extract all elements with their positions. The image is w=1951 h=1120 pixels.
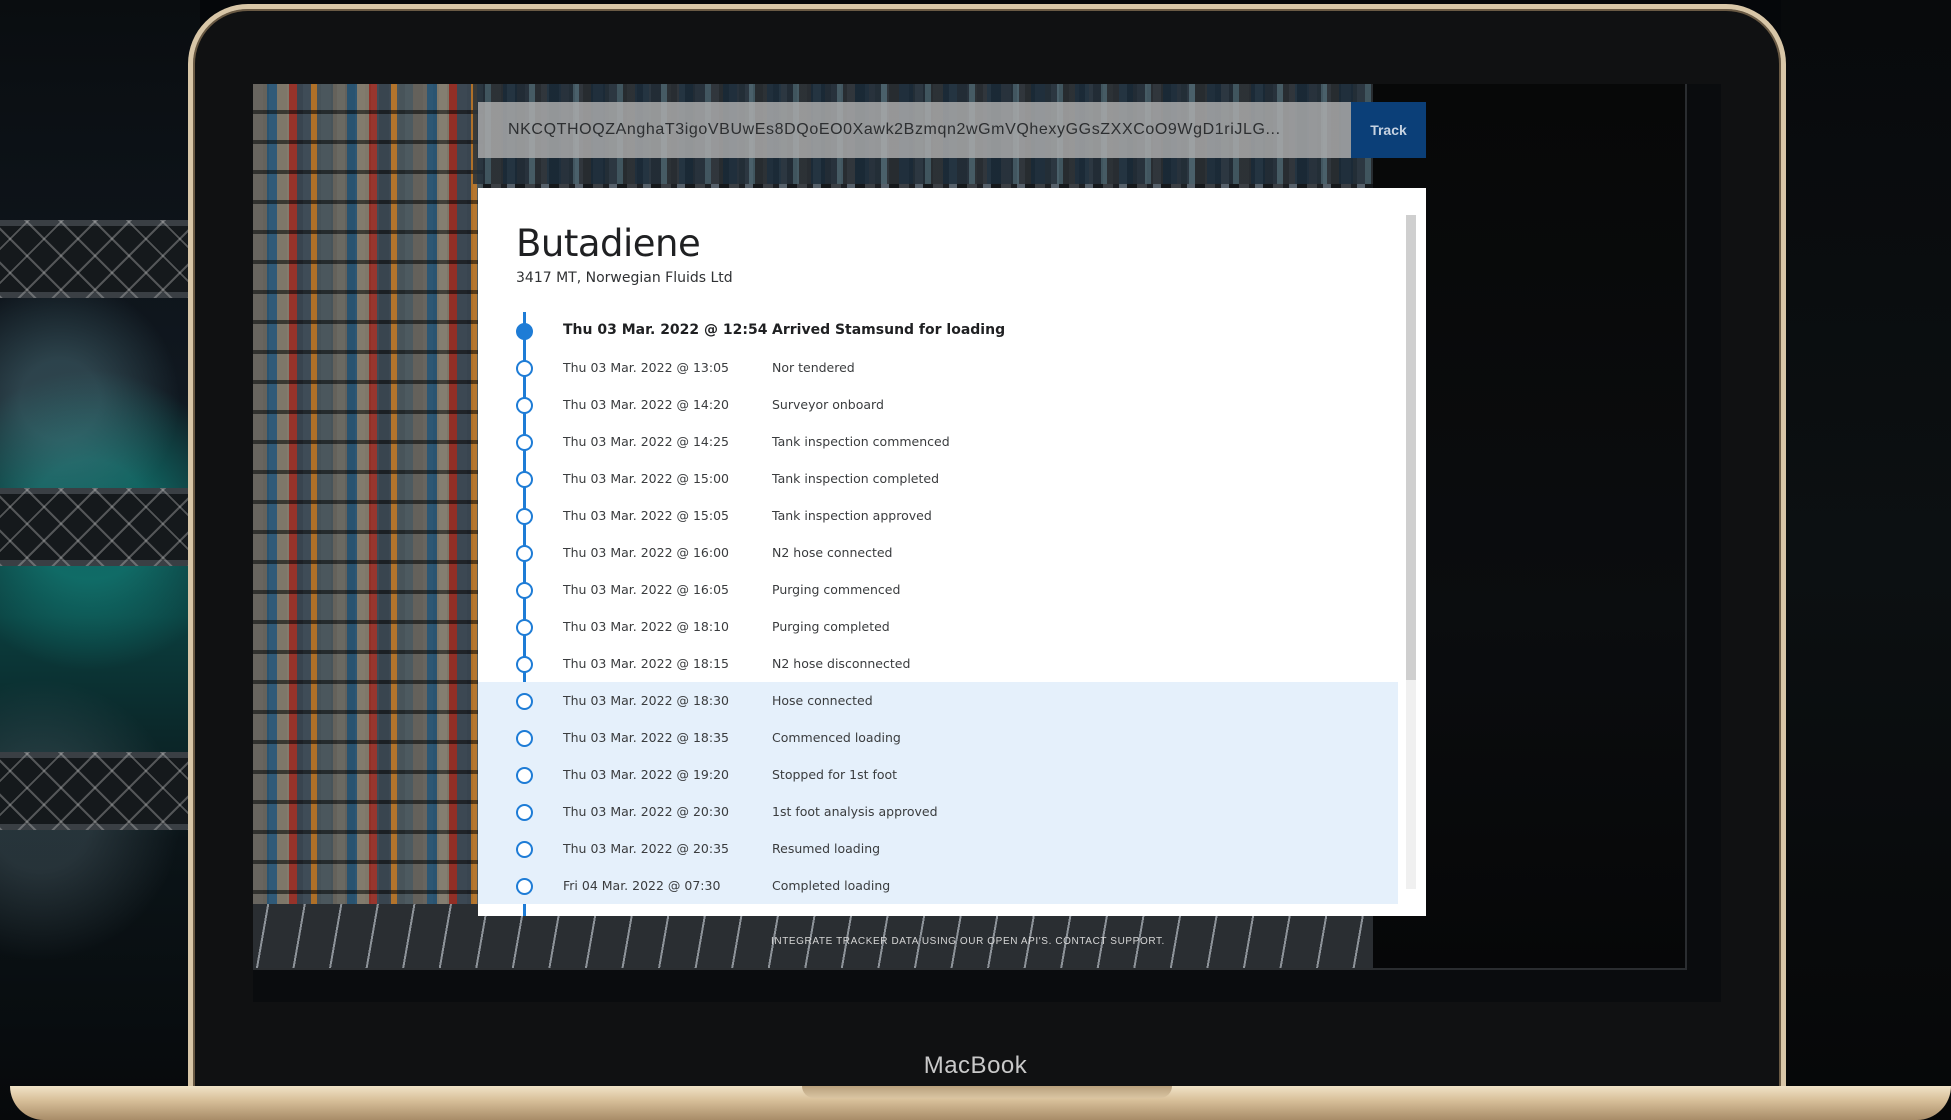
event-time: Thu 03 Mar. 2022 @ 16:00	[563, 545, 729, 560]
container-stacks	[253, 84, 483, 904]
event-description: Purging commenced	[772, 582, 901, 597]
event-time: Thu 03 Mar. 2022 @ 18:15	[563, 656, 729, 671]
timeline-event[interactable]: Thu 03 Mar. 2022 @ 16:00 N2 hose connect…	[478, 534, 1398, 571]
timeline-dot-icon	[516, 323, 533, 340]
timeline-event-highlighted[interactable]: Thu 03 Mar. 2022 @ 18:30 Hose connected	[478, 682, 1398, 719]
event-description: Hose connected	[772, 693, 873, 708]
tracking-id-input[interactable]: NKCQTHOQZAnghaT3igoVBUwEs8DQoEO0Xawk2Bzm…	[478, 102, 1351, 158]
harbor-background-right	[1781, 0, 1951, 1120]
tracking-search-bar: NKCQTHOQZAnghaT3igoVBUwEs8DQoEO0Xawk2Bzm…	[478, 102, 1426, 158]
timeline-dot-icon	[516, 841, 533, 858]
timeline-dot-icon	[516, 582, 533, 599]
event-time: Thu 03 Mar. 2022 @ 18:10	[563, 619, 729, 634]
track-button[interactable]: Track	[1351, 102, 1426, 158]
bridge-structure	[0, 220, 190, 298]
timeline-event-highlighted[interactable]: Thu 03 Mar. 2022 @ 18:35 Commenced loadi…	[478, 719, 1398, 756]
timeline-event[interactable]: Thu 03 Mar. 2022 @ 14:20 Surveyor onboar…	[478, 386, 1398, 423]
timeline-event[interactable]: Thu 03 Mar. 2022 @ 12:54 Arrived Stamsun…	[478, 312, 1398, 349]
event-time: Thu 03 Mar. 2022 @ 18:35	[563, 730, 729, 745]
event-time: Thu 03 Mar. 2022 @ 15:00	[563, 471, 729, 486]
api-support-footer[interactable]: INTEGRATE TRACKER DATA USING OUR OPEN AP…	[771, 936, 1165, 947]
event-time: Thu 03 Mar. 2022 @ 15:05	[563, 508, 729, 523]
event-description: Tank inspection completed	[772, 471, 940, 486]
event-time: Thu 03 Mar. 2022 @ 12:54	[563, 322, 768, 338]
timeline-event[interactable]: Thu 03 Mar. 2022 @ 18:10 Purging complet…	[478, 608, 1398, 645]
bridge-structure	[0, 488, 190, 566]
event-description: 1st foot analysis approved	[772, 804, 938, 819]
product-title: Butadiene	[516, 222, 701, 265]
event-description: N2 hose connected	[772, 545, 893, 560]
timeline-event-highlighted[interactable]: Fri 04 Mar. 2022 @ 07:30 Completed loadi…	[478, 867, 1398, 904]
event-description: Nor tendered	[772, 360, 855, 375]
bridge-structure	[0, 752, 190, 830]
event-time: Thu 03 Mar. 2022 @ 20:30	[563, 804, 729, 819]
timeline-dot-icon	[516, 508, 533, 525]
event-time: Fri 04 Mar. 2022 @ 07:30	[563, 878, 721, 893]
timeline-dot-icon	[516, 360, 533, 377]
event-description: Stopped for 1st foot	[772, 767, 898, 782]
event-time: Thu 03 Mar. 2022 @ 18:30	[563, 693, 729, 708]
timeline-event-highlighted[interactable]: Thu 03 Mar. 2022 @ 19:20 Stopped for 1st…	[478, 756, 1398, 793]
event-description: N2 hose disconnected	[772, 656, 911, 671]
timeline-dot-icon	[516, 767, 533, 784]
event-description: Tank inspection commenced	[772, 434, 950, 449]
laptop-screen: INTEGRATE TRACKER DATA USING OUR OPEN AP…	[253, 84, 1721, 1002]
cargo-details: 3417 MT, Norwegian Fluids Ltd	[516, 270, 733, 286]
timeline-dot-icon	[516, 730, 533, 747]
event-description: Resumed loading	[772, 841, 881, 856]
timeline-event-highlighted[interactable]: Thu 03 Mar. 2022 @ 20:35 Resumed loading	[478, 830, 1398, 867]
timeline-event[interactable]: Thu 03 Mar. 2022 @ 18:15 N2 hose disconn…	[478, 645, 1398, 682]
timeline-event-highlighted[interactable]: Thu 03 Mar. 2022 @ 20:30 1st foot analys…	[478, 793, 1398, 830]
cargo-timeline-card: Butadiene 3417 MT, Norwegian Fluids Ltd …	[478, 188, 1426, 916]
timeline-dot-icon	[516, 693, 533, 710]
event-time: Thu 03 Mar. 2022 @ 14:25	[563, 434, 729, 449]
harbor-background-left	[0, 0, 200, 1120]
timeline-event[interactable]: Thu 03 Mar. 2022 @ 13:05 Nor tendered	[478, 349, 1398, 386]
event-time: Thu 03 Mar. 2022 @ 14:20	[563, 397, 729, 412]
timeline-event[interactable]: Thu 03 Mar. 2022 @ 14:25 Tank inspection…	[478, 423, 1398, 460]
timeline-dot-icon	[516, 656, 533, 673]
timeline-dot-icon	[516, 434, 533, 451]
event-time: Thu 03 Mar. 2022 @ 20:35	[563, 841, 729, 856]
event-time: Thu 03 Mar. 2022 @ 13:05	[563, 360, 729, 375]
timeline-event[interactable]: Thu 03 Mar. 2022 @ 15:05 Tank inspection…	[478, 497, 1398, 534]
event-description: Arrived Stamsund for loading	[772, 322, 1006, 338]
card-scrollbar-thumb[interactable]	[1406, 215, 1416, 680]
event-time: Thu 03 Mar. 2022 @ 19:20	[563, 767, 729, 782]
stage: MacBook INTEGRATE TRACKER DATA USING OUR…	[0, 0, 1951, 1120]
timeline-dot-icon	[516, 804, 533, 821]
timeline-event[interactable]: Thu 03 Mar. 2022 @ 16:05 Purging commenc…	[478, 571, 1398, 608]
timeline-dot-icon	[516, 397, 533, 414]
laptop-brand-label: MacBook	[923, 1052, 1028, 1079]
timeline-dot-icon	[516, 545, 533, 562]
event-description: Purging completed	[772, 619, 890, 634]
event-description: Commenced loading	[772, 730, 901, 745]
event-description: Tank inspection approved	[772, 508, 932, 523]
timeline-dot-icon	[516, 619, 533, 636]
event-description: Surveyor onboard	[772, 397, 884, 412]
laptop-notch	[802, 1086, 1172, 1098]
timeline-dot-icon	[516, 471, 533, 488]
event-description: Completed loading	[772, 878, 891, 893]
event-time: Thu 03 Mar. 2022 @ 16:05	[563, 582, 729, 597]
timeline-dot-icon	[516, 878, 533, 895]
timeline-event[interactable]: Thu 03 Mar. 2022 @ 15:00 Tank inspection…	[478, 460, 1398, 497]
